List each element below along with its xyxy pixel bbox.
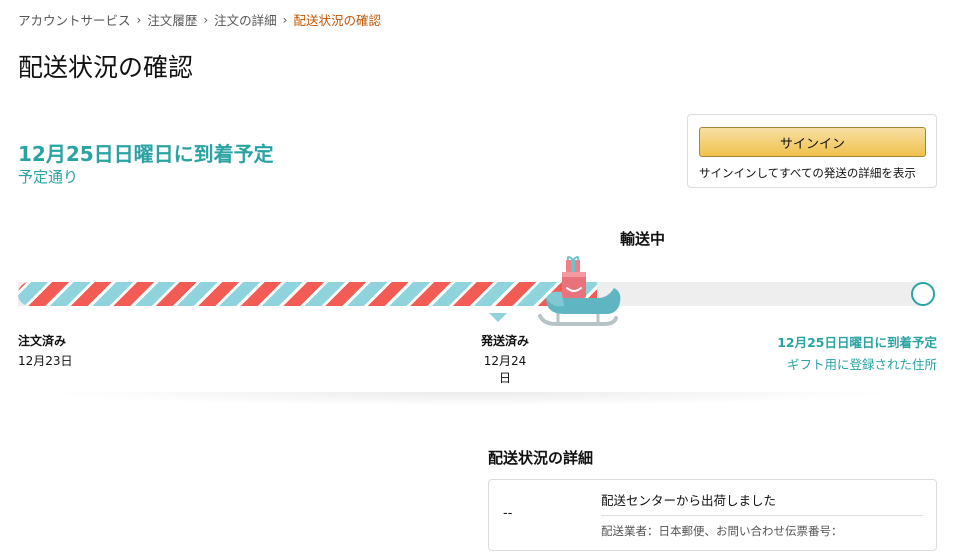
details-message: 配送センターから出荷しました <box>601 493 777 508</box>
signin-button[interactable]: サインイン <box>699 127 926 157</box>
milestone-shipped-date: 12月24日 <box>483 354 527 385</box>
milestone-arrival-address: ギフト用に登録された住所 <box>786 357 937 372</box>
milestone-ordered: 注文済み 12月23日 <box>18 332 73 370</box>
details-title: 配送状況の詳細 <box>488 449 594 467</box>
details-carrier: 配送業者：日本郵便、お問い合わせ伝票番号： <box>601 524 843 538</box>
signin-panel: サインイン サインインしてすべての発送の詳細を表示 <box>687 114 937 188</box>
current-status-label: 輸送中 <box>620 230 666 248</box>
breadcrumb: アカウントサービス › 注文履歴 › 注文の詳細 › 配送状況の確認 <box>18 10 381 29</box>
breadcrumb-account-service[interactable]: アカウントサービス <box>18 10 131 29</box>
breadcrumb-order-history[interactable]: 注文履歴 <box>147 10 197 29</box>
chevron-right-icon: › <box>136 12 142 27</box>
milestone-shipped-label: 発送済み <box>480 334 529 348</box>
details-panel: -- 配送センターから出荷しました 配送業者：日本郵便、お問い合わせ伝票番号： <box>488 479 937 551</box>
progress-fill <box>18 282 597 306</box>
section-divider <box>40 392 900 406</box>
details-time: -- <box>503 506 513 521</box>
milestone-arrival: 12月25日日曜日に到着予定 ギフト用に登録された住所 <box>777 332 937 373</box>
progress-tracker <box>18 282 938 306</box>
page-title: 配送状況の確認 <box>18 53 194 82</box>
shipped-marker <box>489 313 507 322</box>
milestone-shipped: 発送済み 12月24日 <box>478 332 532 387</box>
destination-circle-icon <box>911 282 935 306</box>
signin-note: サインインしてすべての発送の詳細を表示 <box>699 166 916 180</box>
milestone-ordered-date: 12月23日 <box>18 354 73 368</box>
breadcrumb-track-package: 配送状況の確認 <box>293 13 381 28</box>
chevron-right-icon: › <box>282 12 288 27</box>
chevron-right-icon: › <box>203 12 209 27</box>
sleigh-icon <box>538 256 621 326</box>
arrival-headline: 12月25日日曜日に到着予定 <box>18 142 274 166</box>
milestone-ordered-label: 注文済み <box>18 334 67 348</box>
milestone-arrival-label: 12月25日日曜日に到着予定 <box>777 335 937 350</box>
arrival-status: 予定通り <box>18 168 79 186</box>
breadcrumb-order-details[interactable]: 注文の詳細 <box>214 10 277 29</box>
details-divider <box>601 515 923 516</box>
